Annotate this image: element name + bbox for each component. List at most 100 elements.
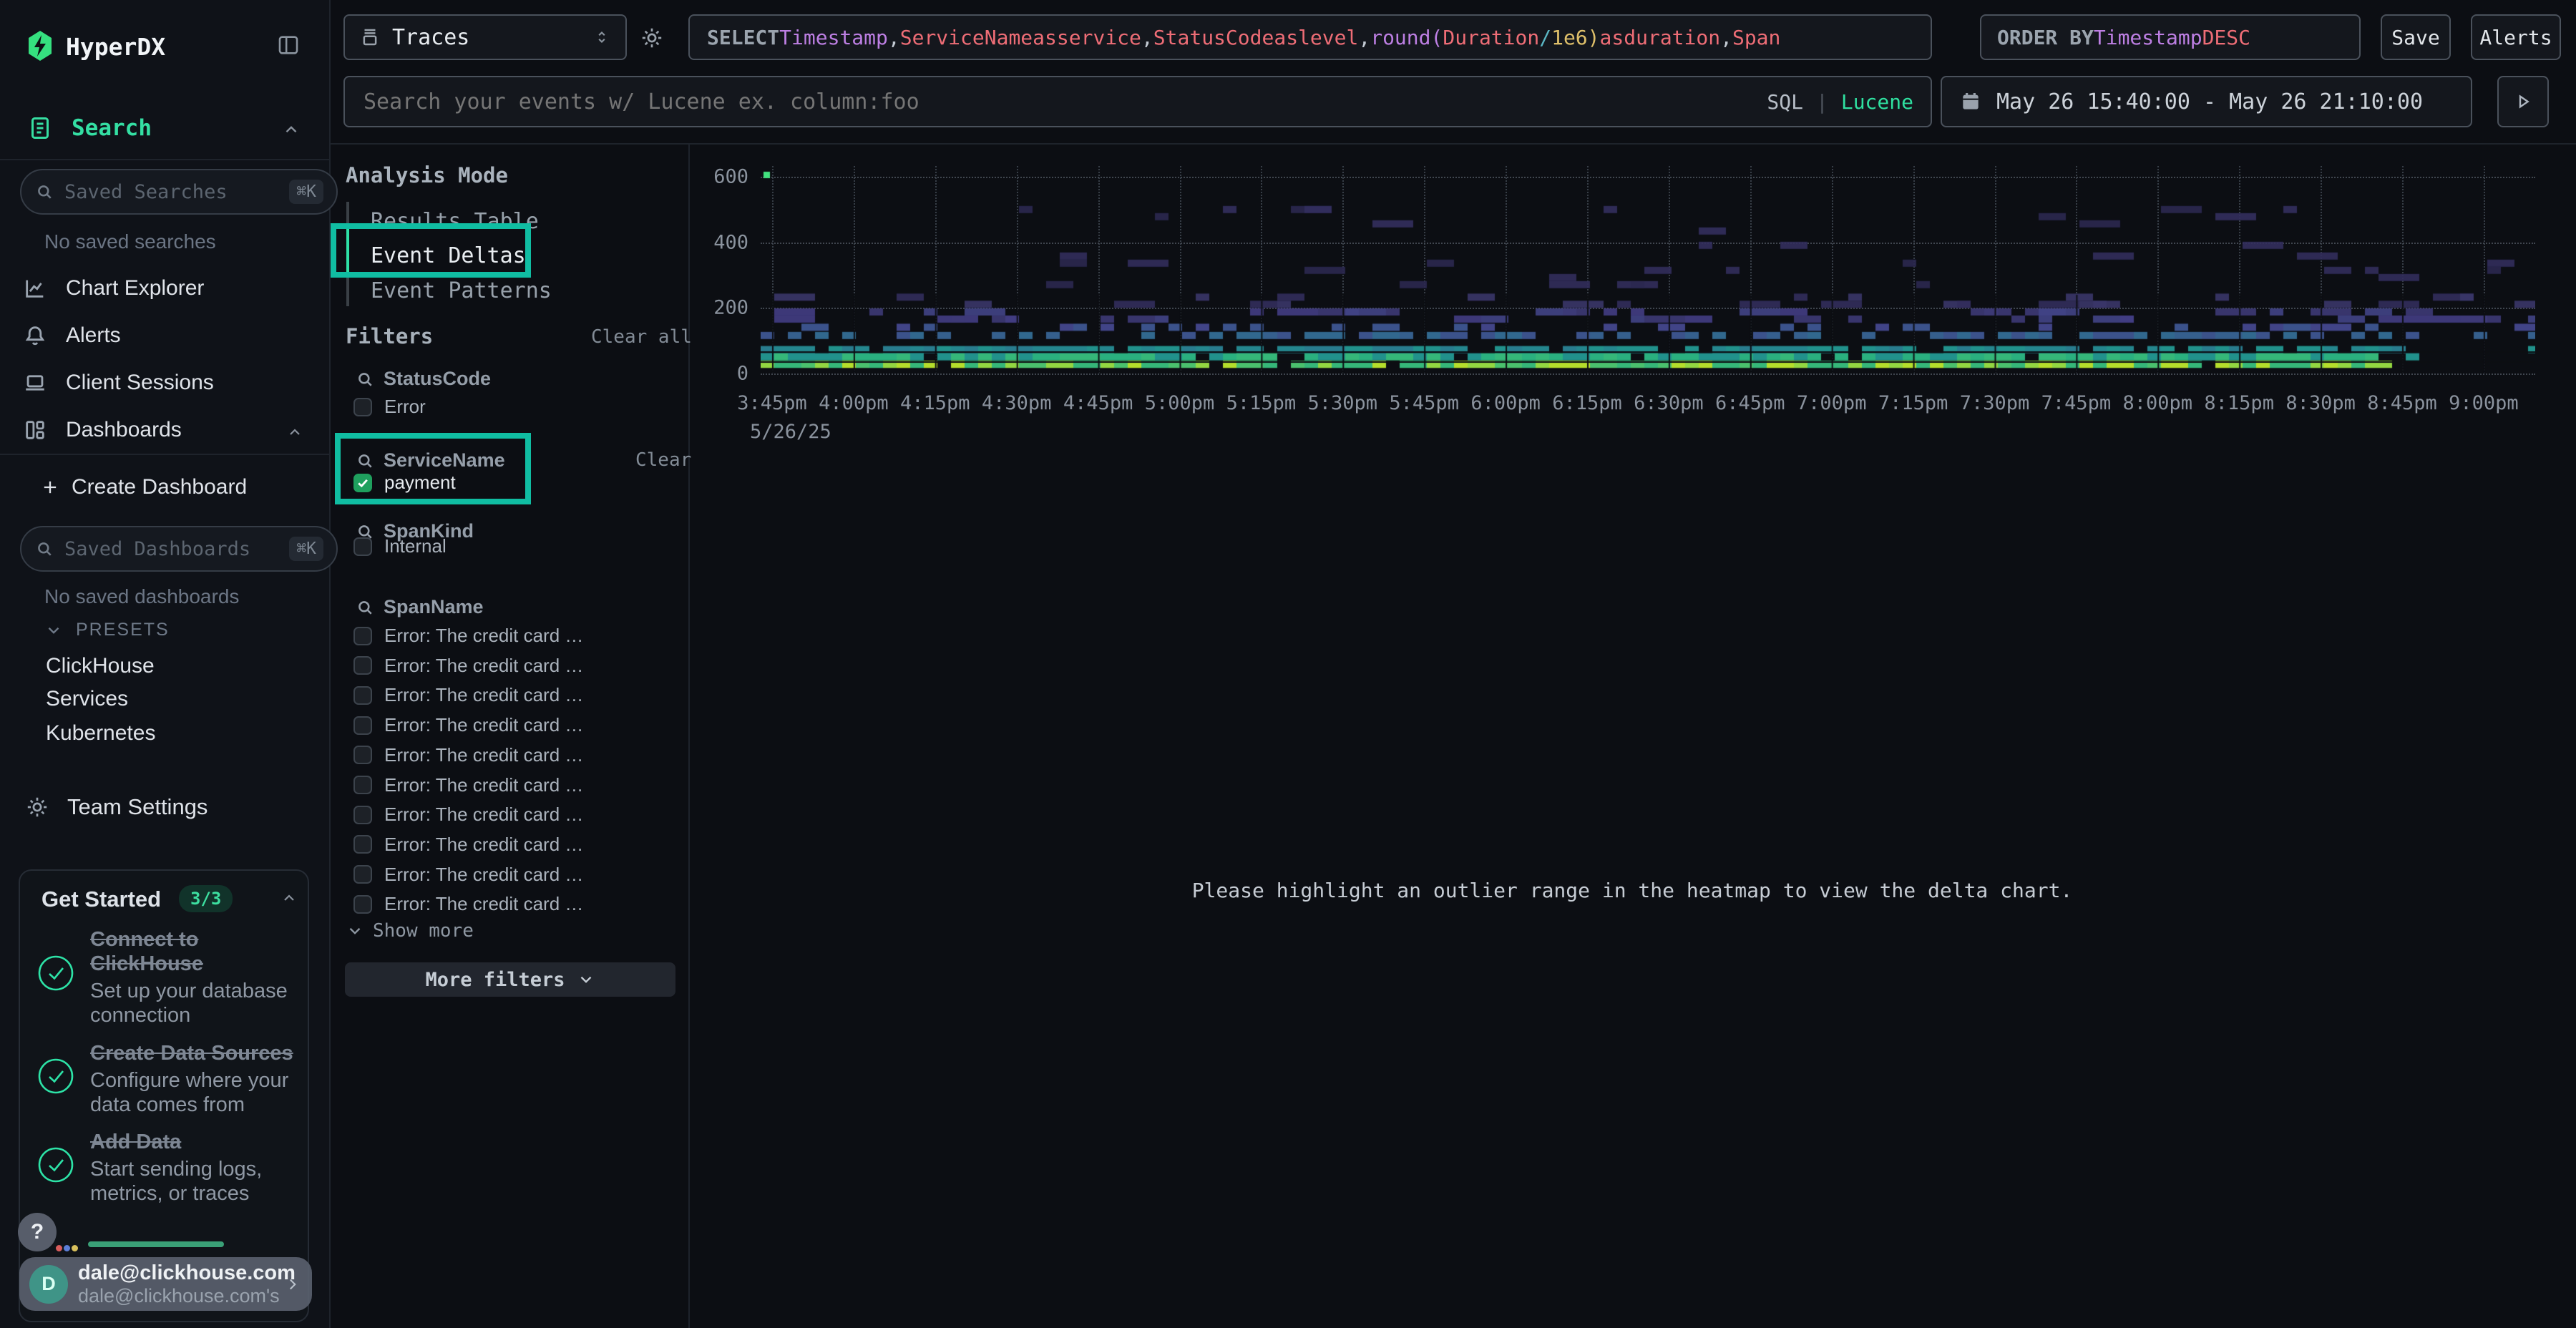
filter-option-payment[interactable]: payment (353, 472, 456, 494)
sidebar-item-search[interactable]: Search (27, 114, 152, 142)
save-button[interactable]: Save (2381, 14, 2451, 60)
chevron-up-icon[interactable] (280, 120, 302, 139)
filter-group-statuscode: StatusCode (355, 368, 491, 390)
play-icon (2512, 90, 2534, 113)
hyperdx-logo-icon (27, 30, 53, 62)
checkbox-unchecked[interactable] (353, 716, 372, 735)
filter-option-internal[interactable]: Internal (353, 535, 447, 557)
time-range-picker[interactable]: May 26 15:40:00 - May 26 21:10:00 (1941, 76, 2472, 127)
help-button[interactable]: ? (18, 1213, 57, 1251)
y-tick-label: 600 (683, 166, 748, 188)
task-desc: Start sending logs, metrics, or traces (90, 1157, 312, 1206)
source-settings-gear-icon[interactable] (639, 25, 665, 51)
checkbox-unchecked[interactable] (353, 627, 372, 645)
chevron-up-icon[interactable] (285, 424, 305, 441)
clear-servicename-link[interactable]: Clear (635, 449, 691, 471)
sidebar-item-chart-explorer[interactable]: Chart Explorer (23, 276, 204, 301)
sidebar-collapse-icon[interactable] (276, 33, 301, 57)
filter-option-row[interactable]: Error: The credit card … (353, 893, 583, 915)
task-title: Connect to ClickHouse (90, 927, 301, 976)
sidebar-item-dashboards[interactable]: Dashboards (23, 418, 182, 442)
presets-label: PRESETS (76, 620, 170, 640)
show-more-link[interactable]: Show more (346, 920, 474, 942)
user-menu-chip[interactable]: D dale@clickhouse.com dale@clickhouse.co… (19, 1257, 312, 1311)
source-select[interactable]: Traces (343, 14, 627, 60)
mode-event-deltas[interactable]: Event Deltas (371, 243, 526, 268)
chevron-down-icon (44, 621, 63, 640)
saved-dashboards-input[interactable]: ⌘K (20, 526, 338, 572)
checkbox-unchecked[interactable] (353, 806, 372, 824)
sidebar-item-client-sessions[interactable]: Client Sessions (23, 371, 214, 395)
filter-option-label: Error: The credit card … (384, 625, 583, 647)
saved-searches-input[interactable]: ⌘K (20, 169, 338, 215)
run-query-button[interactable] (2497, 76, 2549, 127)
sql-mode-toggle[interactable]: SQL (1767, 90, 1803, 114)
x-tick-label: 5:00pm (1145, 392, 1215, 414)
filter-option-row[interactable]: Error: The credit card … (353, 684, 583, 706)
filter-option-row[interactable]: Error: The credit card … (353, 864, 583, 886)
mode-event-patterns[interactable]: Event Patterns (371, 278, 552, 303)
search-section-icon (27, 114, 53, 142)
presets-toggle[interactable]: PRESETS (44, 620, 170, 640)
filter-option-error[interactable]: Error (353, 396, 426, 418)
checkbox-unchecked[interactable] (353, 656, 372, 675)
saved-searches-field[interactable] (63, 180, 280, 204)
x-tick-label: 8:15pm (2204, 392, 2274, 414)
checkbox-unchecked[interactable] (353, 895, 372, 914)
x-tick-label: 5:15pm (1226, 392, 1297, 414)
filter-option-row[interactable]: Error: The credit card … (353, 774, 583, 796)
preset-services[interactable]: Services (46, 687, 128, 711)
source-select-value: Traces (392, 25, 581, 50)
checkbox-unchecked[interactable] (353, 686, 372, 705)
duration-heatmap-canvas[interactable] (761, 166, 2535, 374)
filter-group-name: StatusCode (384, 368, 491, 390)
checkbox-unchecked[interactable] (353, 865, 372, 884)
get-started-item[interactable]: Create Data Sources Configure where your… (90, 1041, 301, 1117)
lucene-mode-toggle[interactable]: Lucene (1841, 90, 1913, 114)
alerts-button[interactable]: Alerts (2471, 14, 2561, 60)
filter-option-row[interactable]: Error: The credit card … (353, 625, 583, 647)
check-circle-icon (37, 1058, 74, 1095)
filter-option-row[interactable]: Error: The credit card … (353, 834, 583, 856)
task-title: Create Data Sources (90, 1041, 301, 1065)
sql-select-editor[interactable]: SELECT Timestamp, ServiceName as service… (688, 14, 1932, 60)
checkbox-unchecked[interactable] (353, 537, 372, 556)
x-tick-label: 6:30pm (1634, 392, 1704, 414)
get-started-item[interactable]: Connect to ClickHouse Set up your databa… (90, 927, 301, 1027)
x-tick-label: 8:45pm (2367, 392, 2437, 414)
brand-title: HyperDX (66, 33, 165, 61)
preset-clickhouse[interactable]: ClickHouse (46, 654, 155, 678)
search-icon[interactable] (355, 369, 375, 389)
create-dashboard-button[interactable]: Create Dashboard (40, 475, 247, 499)
checkbox-checked[interactable] (353, 474, 372, 492)
mode-results-table[interactable]: Results Table (371, 209, 539, 234)
gear-icon (24, 794, 50, 820)
sidebar-item-team-settings[interactable]: Team Settings (24, 794, 208, 820)
more-filters-button[interactable]: More filters (345, 962, 675, 997)
filter-option-row[interactable]: Error: The credit card … (353, 804, 583, 826)
checkbox-unchecked[interactable] (353, 398, 372, 416)
sidebar-item-alerts[interactable]: Alerts (23, 323, 121, 348)
x-tick-label: 7:00pm (1797, 392, 1867, 414)
search-icon[interactable] (355, 597, 375, 617)
no-saved-searches-text: No saved searches (44, 230, 216, 253)
order-by-editor[interactable]: ORDER BY Timestamp DESC (1980, 14, 2361, 60)
filter-option-row[interactable]: Error: The credit card … (353, 655, 583, 677)
filter-group-spanname: SpanName (355, 596, 484, 618)
event-search-input[interactable] (362, 89, 1767, 115)
question-icon: ? (31, 1220, 44, 1244)
checkbox-unchecked[interactable] (353, 746, 372, 764)
preset-kubernetes[interactable]: Kubernetes (46, 721, 155, 746)
checkbox-unchecked[interactable] (353, 776, 372, 794)
clear-all-link[interactable]: Clear all (591, 326, 692, 348)
filter-option-row[interactable]: Error: The credit card … (353, 714, 583, 736)
get-started-item[interactable]: Add Data Start sending logs, metrics, or… (90, 1130, 301, 1206)
chevron-up-icon[interactable] (279, 889, 299, 907)
event-search-bar[interactable]: SQL | Lucene (343, 76, 1932, 127)
saved-dashboards-field[interactable] (63, 537, 280, 561)
checkbox-unchecked[interactable] (353, 835, 372, 854)
x-tick-label: 7:45pm (2041, 392, 2112, 414)
search-icon[interactable] (355, 451, 375, 471)
filter-option-row[interactable]: Error: The credit card … (353, 744, 583, 766)
sidebar-item-label: Alerts (66, 323, 121, 348)
